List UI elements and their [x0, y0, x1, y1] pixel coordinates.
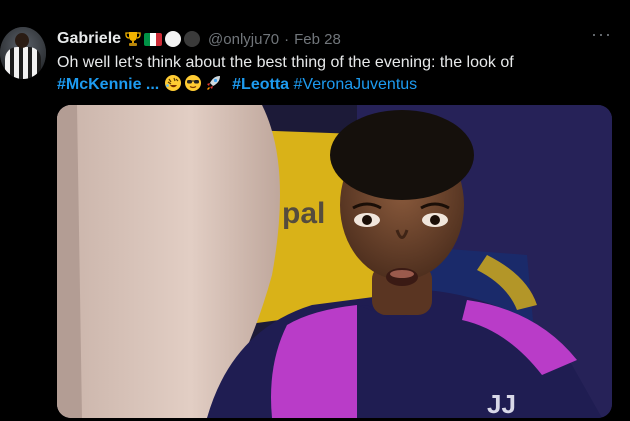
tweet-date[interactable]: Feb 28	[294, 31, 341, 48]
tweet-media-image[interactable]: pal JJ	[57, 105, 612, 418]
avatar[interactable]	[0, 27, 46, 79]
more-options-icon[interactable]: ···	[591, 24, 612, 45]
shirt-logo: JJ	[487, 389, 516, 418]
italy-flag-icon	[144, 32, 163, 46]
white-circle-icon	[165, 31, 182, 47]
black-circle-icon	[184, 31, 201, 47]
handle[interactable]: @onlyju70	[208, 31, 279, 48]
ellipsis-text: ...	[141, 76, 160, 93]
trophy-icon	[125, 32, 141, 46]
name-badges	[125, 31, 201, 47]
media-photo: pal JJ	[57, 105, 612, 418]
hashtag-leotta[interactable]: #Leotta	[232, 76, 289, 93]
tweet-text: Oh well let's think about the best thing…	[57, 52, 617, 96]
rocket-icon	[206, 76, 220, 90]
separator-dot: ·	[284, 30, 290, 48]
display-name[interactable]: Gabriele	[57, 30, 121, 48]
tweet-header: Gabriele @onlyju70 · Feb 28	[57, 28, 341, 50]
rolling-on-floor-laughing-icon	[164, 75, 181, 91]
stadium-sign-text: pal	[282, 197, 325, 230]
hashtag-verona-juventus[interactable]: #VeronaJuventus	[294, 76, 418, 93]
sunglasses-face-icon	[184, 75, 201, 91]
hashtag-mckennie[interactable]: #McKennie	[57, 76, 141, 93]
tweet[interactable]: Gabriele @onlyju70 · Feb 28 ··· Oh well …	[0, 0, 630, 421]
tweet-text-line1: Oh well let's think about the best thing…	[57, 54, 514, 71]
